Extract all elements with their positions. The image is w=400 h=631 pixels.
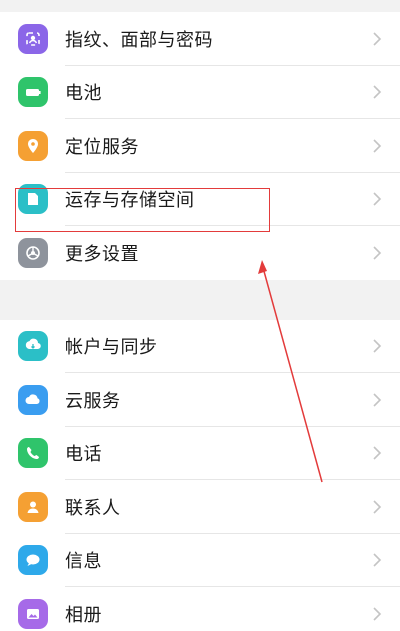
chevron-right-icon xyxy=(373,446,382,460)
account-sync-icon xyxy=(18,331,48,362)
settings-item-location[interactable]: 定位服务 xyxy=(0,119,400,173)
settings-item-label: 电池 xyxy=(65,83,102,105)
settings-item-label: 联系人 xyxy=(65,497,121,519)
chevron-right-icon xyxy=(373,85,382,99)
settings-item-cloud-service[interactable]: 云服务 xyxy=(0,373,400,427)
chevron-right-icon xyxy=(373,393,382,407)
settings-item-label: 信息 xyxy=(65,551,102,573)
fingerprint-face-icon xyxy=(18,23,48,54)
chevron-right-icon xyxy=(373,32,382,46)
settings-item-account-sync[interactable]: 帐户与同步 xyxy=(0,320,400,373)
settings-page: 指纹、面部与密码 电池 定位服务 运存与存储空间 更多设置 帐户与同步 云服务 … xyxy=(0,12,400,631)
settings-item-label: 定位服务 xyxy=(65,136,139,158)
settings-item-label: 指纹、面部与密码 xyxy=(65,29,213,51)
settings-item-phone[interactable]: 电话 xyxy=(0,427,400,480)
storage-icon xyxy=(18,184,48,215)
battery-icon xyxy=(18,77,48,108)
message-icon xyxy=(18,545,48,576)
settings-item-gallery[interactable]: 相册 xyxy=(0,587,400,631)
settings-item-more-settings[interactable]: 更多设置 xyxy=(0,226,400,280)
settings-item-label: 电话 xyxy=(65,444,102,466)
contacts-icon xyxy=(18,491,48,522)
chevron-right-icon xyxy=(373,339,382,353)
settings-item-label: 更多设置 xyxy=(65,243,139,265)
settings-group-apps: 帐户与同步 云服务 电话 联系人 信息 相册 xyxy=(0,319,400,631)
settings-item-label: 运存与存储空间 xyxy=(65,190,195,212)
location-pin-icon xyxy=(18,130,48,161)
settings-item-memory-storage[interactable]: 运存与存储空间 xyxy=(0,173,400,226)
chevron-right-icon xyxy=(373,246,382,260)
phone-icon xyxy=(18,438,48,469)
chevron-right-icon xyxy=(373,500,382,514)
settings-item-fingerprint-face-password[interactable]: 指纹、面部与密码 xyxy=(0,12,400,66)
settings-item-label: 相册 xyxy=(65,604,102,626)
chevron-right-icon xyxy=(373,139,382,153)
chevron-right-icon xyxy=(373,607,382,621)
settings-item-battery[interactable]: 电池 xyxy=(0,66,400,119)
gallery-icon xyxy=(18,598,48,629)
settings-group-security: 指纹、面部与密码 电池 定位服务 运存与存储空间 更多设置 xyxy=(0,12,400,280)
settings-item-label: 帐户与同步 xyxy=(65,337,158,359)
section-gap xyxy=(0,279,400,320)
settings-item-messages[interactable]: 信息 xyxy=(0,534,400,587)
settings-item-label: 云服务 xyxy=(65,390,121,412)
settings-item-contacts[interactable]: 联系人 xyxy=(0,480,400,534)
chevron-right-icon xyxy=(373,553,382,567)
settings-gear-icon xyxy=(18,237,48,268)
chevron-right-icon xyxy=(373,192,382,206)
cloud-icon xyxy=(18,384,48,415)
